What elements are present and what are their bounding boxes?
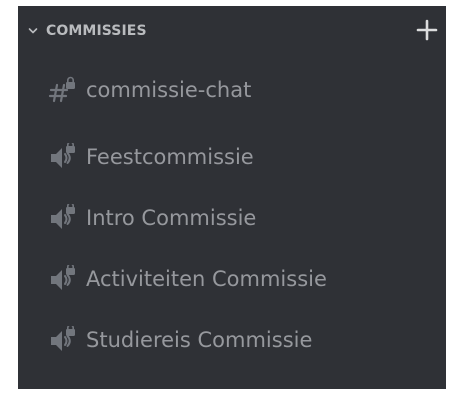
channel-item-activiteiten-commissie[interactable]: Activiteiten Commissie xyxy=(18,257,446,301)
text-channel-locked-icon xyxy=(48,76,75,103)
category-header-commissies[interactable]: COMMISSIES xyxy=(18,6,446,56)
plus-icon[interactable] xyxy=(416,19,438,41)
channel-item-studiereis-commissie[interactable]: Studiereis Commissie xyxy=(18,318,446,362)
channel-sidebar: COMMISSIES commissie-chat Feestcommissie… xyxy=(18,6,446,389)
channel-name: commissie-chat xyxy=(86,78,252,102)
voice-channel-locked-icon xyxy=(51,204,75,229)
channel-name: Activiteiten Commissie xyxy=(86,267,327,291)
channel-name: Studiereis Commissie xyxy=(86,328,313,352)
voice-channel-locked-icon xyxy=(51,326,75,351)
channel-name: Intro Commissie xyxy=(86,206,257,230)
channel-name: Feestcommissie xyxy=(86,145,254,169)
channel-item-feestcommissie[interactable]: Feestcommissie xyxy=(18,135,446,179)
chevron-down-icon[interactable] xyxy=(27,25,39,37)
channel-item-intro-commissie[interactable]: Intro Commissie xyxy=(18,196,446,240)
voice-channel-locked-icon xyxy=(51,143,75,168)
channel-item-commissie-chat[interactable]: commissie-chat xyxy=(18,68,446,112)
category-label: COMMISSIES xyxy=(46,23,147,39)
voice-channel-locked-icon xyxy=(51,265,75,290)
